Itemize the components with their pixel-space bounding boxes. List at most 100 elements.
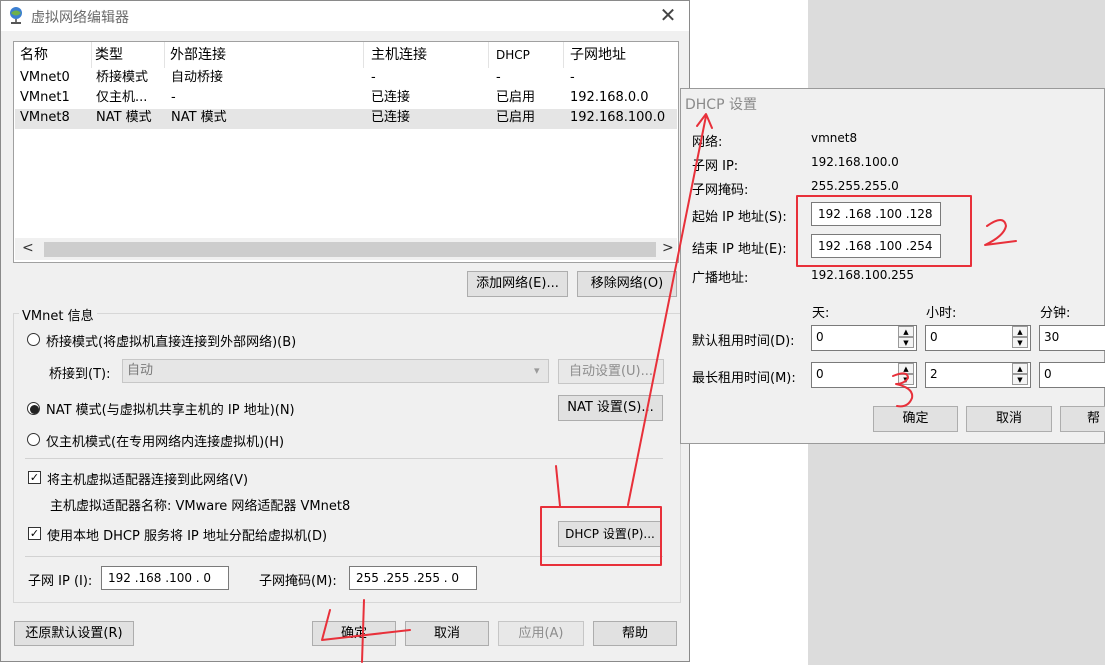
network-globe-icon [10, 7, 22, 24]
adapter-name-text: 主机虚拟适配器名称: VMware 网络适配器 VMnet8 [50, 499, 351, 514]
virtual-network-editor-window: 虚拟网络编辑器 ✕ 名称 类型 外部连接 主机连接 DHCP 子网地址 VMne… [0, 0, 690, 662]
default-lease-label: 默认租用时间(D): [692, 334, 795, 349]
ok-button[interactable]: 确定 [312, 621, 396, 646]
bridge-mode-label[interactable]: 桥接模式(将虚拟机直接连接到外部网络)(B) [46, 331, 296, 350]
cell-name: VMnet8 [20, 110, 70, 125]
dhcp-subnet-mask-label: 子网掩码: [692, 183, 749, 198]
divider [25, 458, 663, 459]
bridge-to-label: 桥接到(T): [49, 367, 111, 382]
spin-down-icon[interactable]: ▼ [1012, 337, 1028, 348]
end-ip-label: 结束 IP 地址(E): [692, 242, 787, 257]
network-label: 网络: [692, 135, 723, 150]
vmnet-info-label: VMnet 信息 [19, 305, 97, 324]
spin-down-icon[interactable]: ▼ [1012, 374, 1028, 385]
host-only-radio[interactable] [27, 433, 40, 446]
start-ip-input[interactable]: 192 .168 .100 .128 [811, 202, 941, 226]
cell-dhcp: - [496, 70, 501, 85]
cell-host: - [371, 70, 376, 85]
spin-down-icon[interactable]: ▼ [898, 374, 914, 385]
broadcast-value: 192.168.100.255 [811, 268, 915, 282]
use-dhcp-checkbox[interactable]: ✓ [28, 527, 41, 540]
max-lease-minutes-input[interactable]: 0 [1039, 362, 1105, 388]
cell-subnet: 192.168.100.0 [570, 110, 666, 125]
cell-host: 已连接 [371, 90, 411, 105]
cell-external: 自动桥接 [171, 70, 224, 85]
minutes-column-label: 分钟: [1040, 306, 1071, 321]
auto-settings-button[interactable]: 自动设置(U)... [558, 359, 664, 384]
dhcp-help-button[interactable]: 帮 [1060, 406, 1105, 432]
column-header-subnet[interactable]: 子网地址 [570, 42, 670, 68]
spin-up-icon[interactable]: ▲ [1012, 326, 1028, 337]
spin-buttons[interactable]: ▲ ▼ [898, 363, 914, 387]
title-bar: 虚拟网络编辑器 ✕ [1, 1, 689, 31]
dhcp-dialog-title: DHCP 设置 [685, 97, 757, 113]
nat-mode-radio[interactable] [27, 402, 40, 415]
dhcp-ok-button[interactable]: 确定 [873, 406, 958, 432]
close-icon[interactable]: ✕ [651, 3, 685, 29]
default-lease-minutes-input[interactable]: 30 [1039, 325, 1105, 351]
add-network-button[interactable]: 添加网络(E)... [467, 271, 568, 297]
cell-external: NAT 模式 [171, 110, 227, 125]
dhcp-cancel-button[interactable]: 取消 [966, 406, 1052, 432]
dhcp-subnet-ip-label: 子网 IP: [692, 159, 739, 174]
apply-button[interactable]: 应用(A) [498, 621, 584, 646]
hours-column-label: 小时: [926, 306, 957, 321]
restore-defaults-button[interactable]: 还原默认设置(R) [14, 621, 134, 646]
cell-subnet: - [570, 70, 575, 85]
scroll-left-icon[interactable]: < [22, 240, 34, 256]
cell-type: 仅主机... [96, 90, 148, 105]
cell-type: NAT 模式 [96, 110, 152, 125]
cell-host: 已连接 [371, 110, 411, 125]
dhcp-subnet-mask-value: 255.255.255.0 [811, 179, 899, 193]
dhcp-subnet-ip-value: 192.168.100.0 [811, 155, 899, 169]
spin-up-icon[interactable]: ▲ [898, 363, 914, 374]
cell-dhcp: 已启用 [496, 110, 536, 125]
remove-network-button[interactable]: 移除网络(O) [577, 271, 677, 297]
network-value: vmnet8 [811, 131, 858, 145]
start-ip-label: 起始 IP 地址(S): [692, 210, 787, 225]
connect-adapter-label[interactable]: 将主机虚拟适配器连接到此网络(V) [47, 469, 248, 488]
dhcp-settings-button[interactable]: DHCP 设置(P)... [558, 521, 662, 547]
column-header-name[interactable]: 名称 [20, 42, 92, 68]
broadcast-label: 广播地址: [692, 271, 749, 286]
subnet-mask-label: 子网掩码(M): [259, 574, 337, 589]
spin-buttons[interactable]: ▲ ▼ [1012, 326, 1028, 350]
cancel-button[interactable]: 取消 [405, 621, 489, 646]
connect-adapter-checkbox[interactable]: ✓ [28, 471, 41, 484]
dhcp-settings-dialog [680, 88, 1105, 444]
subnet-mask-input[interactable]: 255 .255 .255 . 0 [349, 566, 477, 590]
spin-buttons[interactable]: ▲ ▼ [1012, 363, 1028, 387]
chevron-down-icon[interactable]: ▾ [534, 364, 540, 377]
spin-up-icon[interactable]: ▲ [898, 326, 914, 337]
column-header-host[interactable]: 主机连接 [371, 42, 489, 68]
cell-external: - [171, 90, 176, 105]
window-title: 虚拟网络编辑器 [31, 10, 129, 26]
cell-subnet: 192.168.0.0 [570, 90, 649, 105]
host-only-label[interactable]: 仅主机模式(在专用网络内连接虚拟机)(H) [46, 431, 284, 450]
network-list[interactable]: 名称 类型 外部连接 主机连接 DHCP 子网地址 VMnet0 桥接模式 自动… [13, 41, 679, 263]
cell-dhcp: 已启用 [496, 90, 536, 105]
column-header-type[interactable]: 类型 [95, 42, 165, 68]
help-button[interactable]: 帮助 [593, 621, 677, 646]
subnet-ip-input[interactable]: 192 .168 .100 . 0 [101, 566, 229, 590]
cell-type: 桥接模式 [96, 70, 149, 85]
scrollbar-thumb[interactable] [44, 242, 656, 257]
bridge-to-select[interactable]: 自动 [122, 359, 549, 383]
spin-up-icon[interactable]: ▲ [1012, 363, 1028, 374]
max-lease-label: 最长租用时间(M): [692, 371, 796, 386]
divider [25, 556, 663, 557]
nat-settings-button[interactable]: NAT 设置(S)... [558, 395, 663, 421]
column-header-dhcp[interactable]: DHCP [496, 42, 564, 68]
use-dhcp-label[interactable]: 使用本地 DHCP 服务将 IP 地址分配给虚拟机(D) [47, 525, 327, 544]
bridge-mode-radio[interactable] [27, 333, 40, 346]
end-ip-input[interactable]: 192 .168 .100 .254 [811, 234, 941, 258]
cell-name: VMnet1 [20, 90, 70, 105]
cell-name: VMnet0 [20, 70, 70, 85]
days-column-label: 天: [812, 306, 830, 321]
subnet-ip-label: 子网 IP (I): [28, 574, 93, 589]
scroll-right-icon[interactable]: > [662, 240, 674, 256]
nat-mode-label[interactable]: NAT 模式(与虚拟机共享主机的 IP 地址)(N) [46, 399, 295, 418]
spin-buttons[interactable]: ▲ ▼ [898, 326, 914, 350]
spin-down-icon[interactable]: ▼ [898, 337, 914, 348]
column-header-external[interactable]: 外部连接 [170, 42, 364, 68]
